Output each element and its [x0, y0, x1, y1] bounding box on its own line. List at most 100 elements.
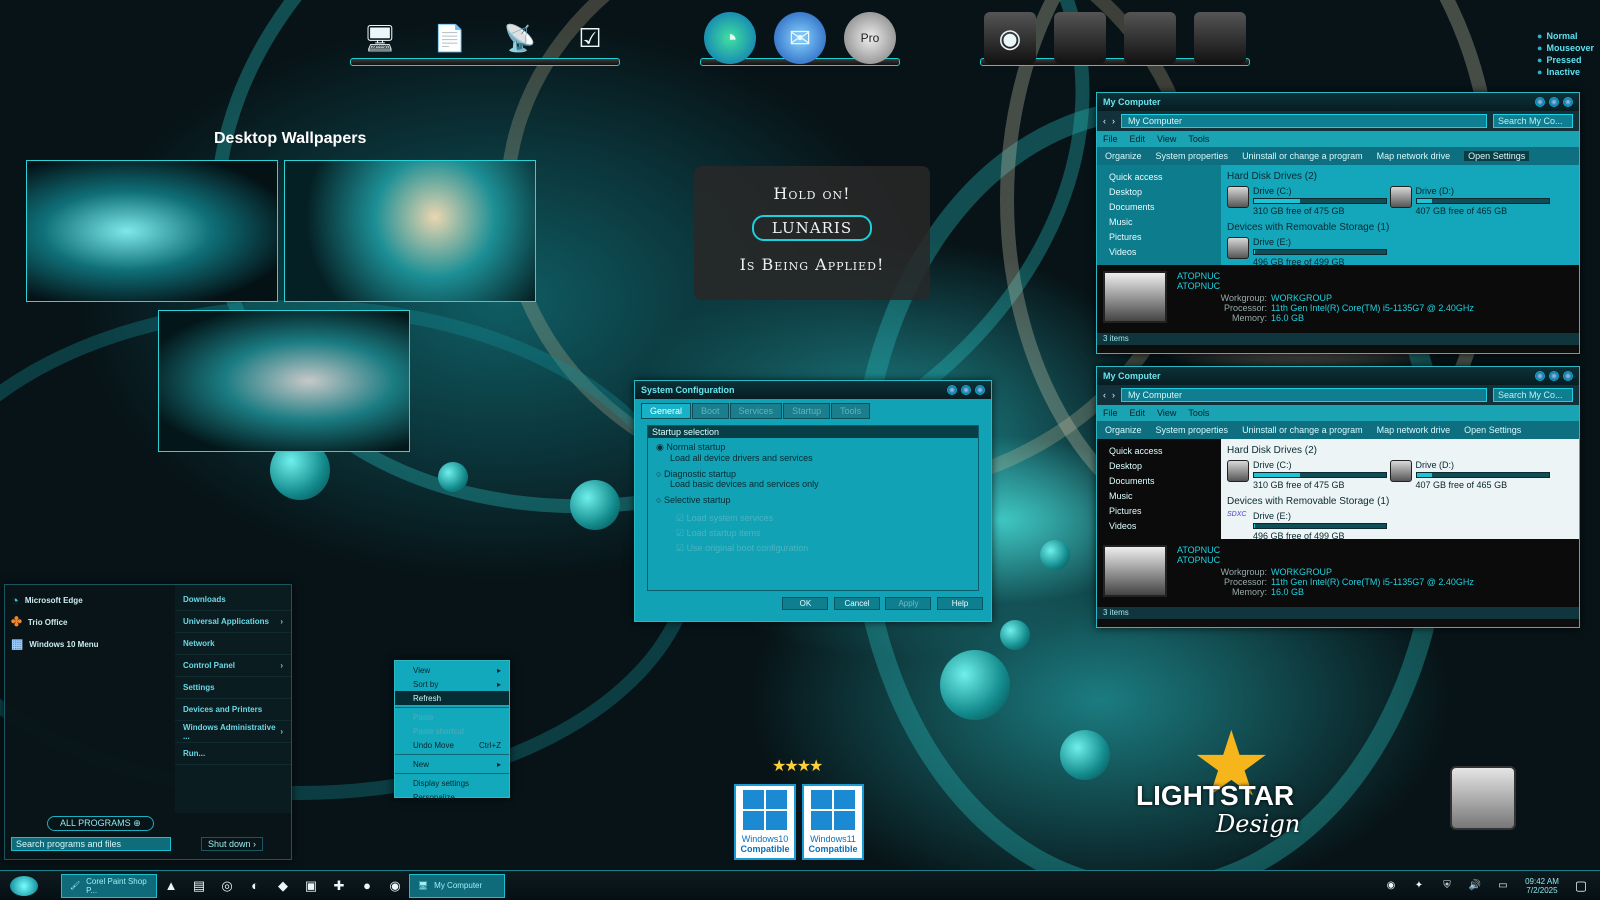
- maximize-button[interactable]: [1549, 97, 1559, 107]
- menu-view[interactable]: View: [1157, 408, 1176, 418]
- tab-startup[interactable]: Startup: [783, 403, 831, 419]
- cmd-system-properties[interactable]: System properties: [1156, 151, 1229, 161]
- radio-normal[interactable]: ◉ Normal startup: [656, 442, 970, 453]
- start-link-network[interactable]: Network: [175, 633, 291, 655]
- start-item-trio-office[interactable]: ✤ Trio Office: [5, 611, 175, 633]
- cmd-open-settings[interactable]: Open Settings: [1464, 425, 1521, 435]
- ctx-refresh[interactable]: Refresh: [395, 691, 509, 705]
- nav-videos[interactable]: Videos: [1097, 244, 1221, 259]
- minimize-button[interactable]: [1535, 97, 1545, 107]
- ctx-paste[interactable]: Paste: [395, 710, 509, 724]
- forward-icon[interactable]: ›: [1112, 116, 1115, 126]
- minimize-button[interactable]: [1535, 371, 1545, 381]
- sysconfig-window[interactable]: System Configuration General Boot Servic…: [634, 380, 992, 622]
- menu-file[interactable]: File: [1103, 134, 1118, 144]
- ctx-display-settings[interactable]: Display settings: [395, 776, 509, 790]
- start-link-run[interactable]: Run...: [175, 743, 291, 765]
- checklist-icon[interactable]: ☑: [564, 12, 616, 64]
- menu-tools[interactable]: Tools: [1188, 134, 1209, 144]
- ctx-undo-move[interactable]: Undo Move Ctrl+Z: [395, 738, 509, 752]
- network-icon[interactable]: ▭: [1494, 877, 1512, 895]
- start-link-settings[interactable]: Settings: [175, 677, 291, 699]
- menu-tools[interactable]: Tools: [1188, 408, 1209, 418]
- search-input[interactable]: Search My Co...: [1493, 114, 1573, 128]
- nav-documents[interactable]: Documents: [1097, 199, 1221, 214]
- documents-icon[interactable]: 📄: [424, 12, 476, 64]
- tray-icon-1[interactable]: ◉: [1382, 877, 1400, 895]
- taskbar-item-paintshop[interactable]: 🖌 Corel Paint Shop P...: [61, 873, 157, 898]
- cmd-uninstall[interactable]: Uninstall or change a program: [1242, 425, 1363, 435]
- all-programs-button[interactable]: ALL PROGRAMS ⊕: [47, 815, 154, 831]
- start-link-control-panel[interactable]: Control Panel ›: [175, 655, 291, 677]
- close-button[interactable]: [975, 385, 985, 395]
- desktop-context-menu[interactable]: View ▸ Sort by ▸ Refresh Paste Paste short…: [394, 660, 510, 802]
- start-item-edge[interactable]: ◔ Microsoft Edge: [5, 589, 175, 611]
- cancel-button[interactable]: Cancel: [833, 597, 880, 610]
- cmd-organize[interactable]: Organize: [1105, 151, 1142, 161]
- start-link-devices-printers[interactable]: Devices and Printers: [175, 699, 291, 721]
- tab-general[interactable]: General: [641, 403, 692, 419]
- drive-icon-1[interactable]: ◉: [984, 12, 1036, 64]
- recycle-bin-icon[interactable]: [1450, 766, 1516, 830]
- tab-boot[interactable]: Boot: [692, 403, 729, 419]
- close-button[interactable]: [1563, 371, 1573, 381]
- app-icon-2[interactable]: ▤: [190, 877, 208, 895]
- check-system-services[interactable]: ☑ Load system services: [676, 511, 970, 526]
- nav-desktop[interactable]: Desktop: [1097, 458, 1221, 473]
- cmd-open-settings[interactable]: Open Settings: [1464, 151, 1530, 161]
- notification-icon[interactable]: ▢: [1572, 877, 1590, 895]
- nav-music[interactable]: Music: [1097, 214, 1221, 229]
- nav-pictures[interactable]: Pictures: [1097, 503, 1221, 518]
- menu-edit[interactable]: Edit: [1130, 134, 1146, 144]
- drive-d[interactable]: Drive (D:) 407 GB free of 465 GB: [1389, 186, 1550, 216]
- nav-videos[interactable]: Videos: [1097, 518, 1221, 533]
- app-icon-9[interactable]: ◉: [386, 877, 404, 895]
- start-orb-icon[interactable]: [10, 875, 38, 896]
- explorer-titlebar[interactable]: My Computer: [1097, 93, 1579, 111]
- address-bar[interactable]: My Computer: [1121, 114, 1487, 128]
- network-icon[interactable]: 📡: [494, 12, 546, 64]
- start-item-win10menu[interactable]: ▦ Windows 10 Menu: [5, 633, 175, 655]
- thunderbird-icon[interactable]: ✉: [774, 12, 826, 64]
- ctx-paste-shortcut[interactable]: Paste shortcut: [395, 724, 509, 738]
- search-input[interactable]: Search My Co...: [1493, 388, 1573, 402]
- drive-e[interactable]: SDXC Drive (E:) 496 GB free of 499 GB: [1227, 511, 1387, 541]
- monitor-icon[interactable]: 🖥: [354, 12, 406, 64]
- app-icon-7[interactable]: ✚: [330, 877, 348, 895]
- ctx-personalize[interactable]: Personalize: [395, 790, 509, 804]
- cmd-system-properties[interactable]: System properties: [1156, 425, 1229, 435]
- shield-icon[interactable]: ⛨: [1438, 877, 1456, 895]
- minimize-button[interactable]: [947, 385, 957, 395]
- tab-tools[interactable]: Tools: [831, 403, 871, 419]
- radio-selective[interactable]: ○ Selective startup: [656, 495, 970, 505]
- start-link-downloads[interactable]: Downloads: [175, 589, 291, 611]
- wallpaper-thumb-3[interactable]: [158, 310, 410, 452]
- start-menu[interactable]: ◔ Microsoft Edge ✤ Trio Office ▦ Windows 10…: [4, 584, 292, 860]
- start-link-admin-tools[interactable]: Windows Administrative ... ›: [175, 721, 291, 743]
- ctx-view[interactable]: View ▸: [395, 663, 509, 677]
- explorer-window-1[interactable]: My Computer ‹ › My Computer Search My Co…: [1096, 92, 1580, 354]
- apply-button[interactable]: Apply: [885, 597, 932, 610]
- wallpaper-thumb-2[interactable]: [284, 160, 536, 302]
- app-icon-6[interactable]: ▣: [302, 877, 320, 895]
- cmd-map-drive[interactable]: Map network drive: [1377, 151, 1451, 161]
- ctx-new[interactable]: New ▸: [395, 757, 509, 771]
- pro-app-icon[interactable]: Pro: [844, 12, 896, 64]
- ok-button[interactable]: OK: [782, 597, 829, 610]
- taskbar-item-my-computer[interactable]: 🖥 My Computer: [409, 873, 505, 898]
- ctx-sort-by[interactable]: Sort by ▸: [395, 677, 509, 691]
- sysconfig-titlebar[interactable]: System Configuration: [635, 381, 991, 399]
- menu-view[interactable]: View: [1157, 134, 1176, 144]
- tab-services[interactable]: Services: [729, 403, 783, 419]
- drive-c[interactable]: Drive (C:) 310 GB free of 475 GB: [1227, 460, 1387, 490]
- app-icon-1[interactable]: ▲: [162, 877, 180, 895]
- menu-file[interactable]: File: [1103, 408, 1118, 418]
- check-startup-items[interactable]: ☑ Load startup items: [676, 526, 970, 541]
- maximize-button[interactable]: [961, 385, 971, 395]
- nav-quick-access[interactable]: Quick access: [1097, 443, 1221, 458]
- shutdown-button[interactable]: Shut down ›: [201, 837, 264, 851]
- drive-e[interactable]: Drive (E:) 496 GB free of 499 GB: [1227, 237, 1387, 267]
- start-search-input[interactable]: Search programs and files: [11, 837, 171, 851]
- explorer-titlebar[interactable]: My Computer: [1097, 367, 1579, 385]
- nav-quick-access[interactable]: Quick access: [1097, 169, 1221, 184]
